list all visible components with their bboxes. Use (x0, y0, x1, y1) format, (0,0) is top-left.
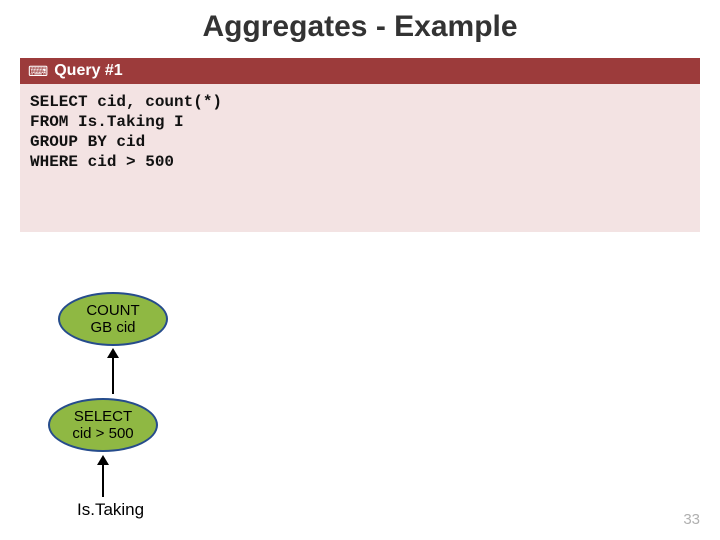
sql-code-block: SELECT cid, count(*) FROM Is.Taking I GR… (20, 84, 700, 232)
page-number: 33 (683, 511, 700, 528)
query-header-bar: ⌨ Query #1 (20, 58, 700, 84)
arrow-icon (112, 350, 114, 394)
slide-title: Aggregates - Example (0, 0, 720, 44)
plan-node-select: SELECT cid > 500 (48, 398, 158, 452)
keyboard-icon: ⌨ (28, 63, 48, 80)
table-label: Is.Taking (77, 500, 144, 520)
plan-node-count: COUNT GB cid (58, 292, 168, 346)
plan-node-select-line2: cid > 500 (72, 425, 133, 442)
plan-node-count-line1: COUNT (86, 302, 139, 319)
plan-node-count-line2: GB cid (86, 319, 139, 336)
query-header-label: Query #1 (54, 62, 122, 80)
slide: Aggregates - Example ⌨ Query #1 SELECT c… (0, 0, 720, 540)
arrow-icon (102, 457, 104, 497)
plan-node-select-line1: SELECT (72, 408, 133, 425)
